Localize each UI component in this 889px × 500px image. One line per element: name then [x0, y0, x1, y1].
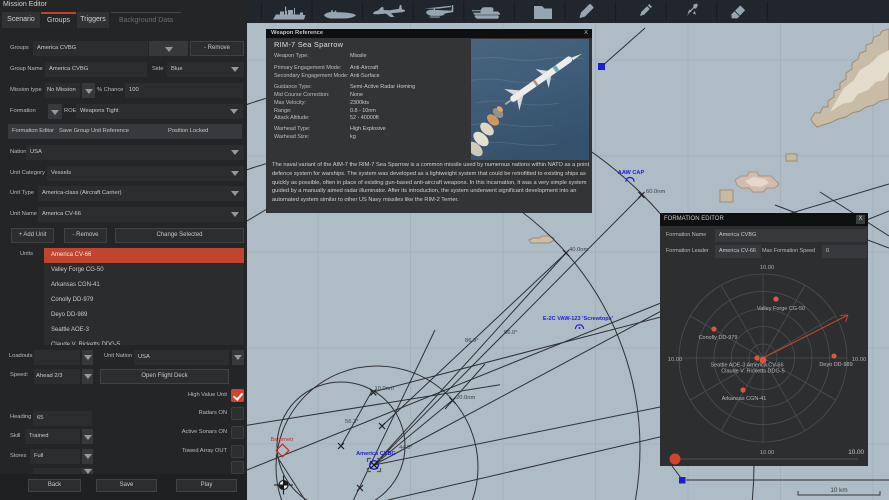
svg-text:40.0nm: 40.0nm — [569, 247, 589, 253]
svg-text:E-2C VAW-123 'Screwtops': E-2C VAW-123 'Screwtops' — [543, 316, 614, 322]
svg-text:AAW CAP: AAW CAP — [618, 170, 645, 176]
svg-text:60.0nm: 60.0nm — [646, 189, 666, 195]
svg-text:44.0°: 44.0° — [399, 445, 413, 451]
svg-text:56.3°: 56.3° — [345, 419, 359, 425]
svg-text:86.9°: 86.9° — [465, 338, 479, 344]
svg-text:10.00: 10.00 — [760, 265, 775, 271]
svg-text:10.00: 10.00 — [852, 357, 867, 363]
svg-text:10.0nm: 10.0nm — [375, 386, 395, 392]
svg-text:Valley Forge CG-50: Valley Forge CG-50 — [757, 306, 805, 312]
svg-text:America CVBG: America CVBG — [356, 451, 396, 457]
svg-text:Arkansas CGN-41: Arkansas CGN-41 — [722, 396, 767, 402]
svg-text:Claude V. Ricketts DDG-5: Claude V. Ricketts DDG-5 — [721, 369, 784, 375]
svg-text:10 km: 10 km — [830, 487, 847, 494]
svg-text:20.0nm: 20.0nm — [456, 395, 476, 401]
svg-text:Conolly DD-979: Conolly DD-979 — [699, 335, 738, 341]
svg-text:86.0°: 86.0° — [504, 330, 518, 336]
svg-text:Barometr: Barometr — [270, 437, 293, 443]
svg-text:10.00: 10.00 — [668, 357, 683, 363]
svg-text:Deyo DD-989: Deyo DD-989 — [819, 362, 852, 368]
